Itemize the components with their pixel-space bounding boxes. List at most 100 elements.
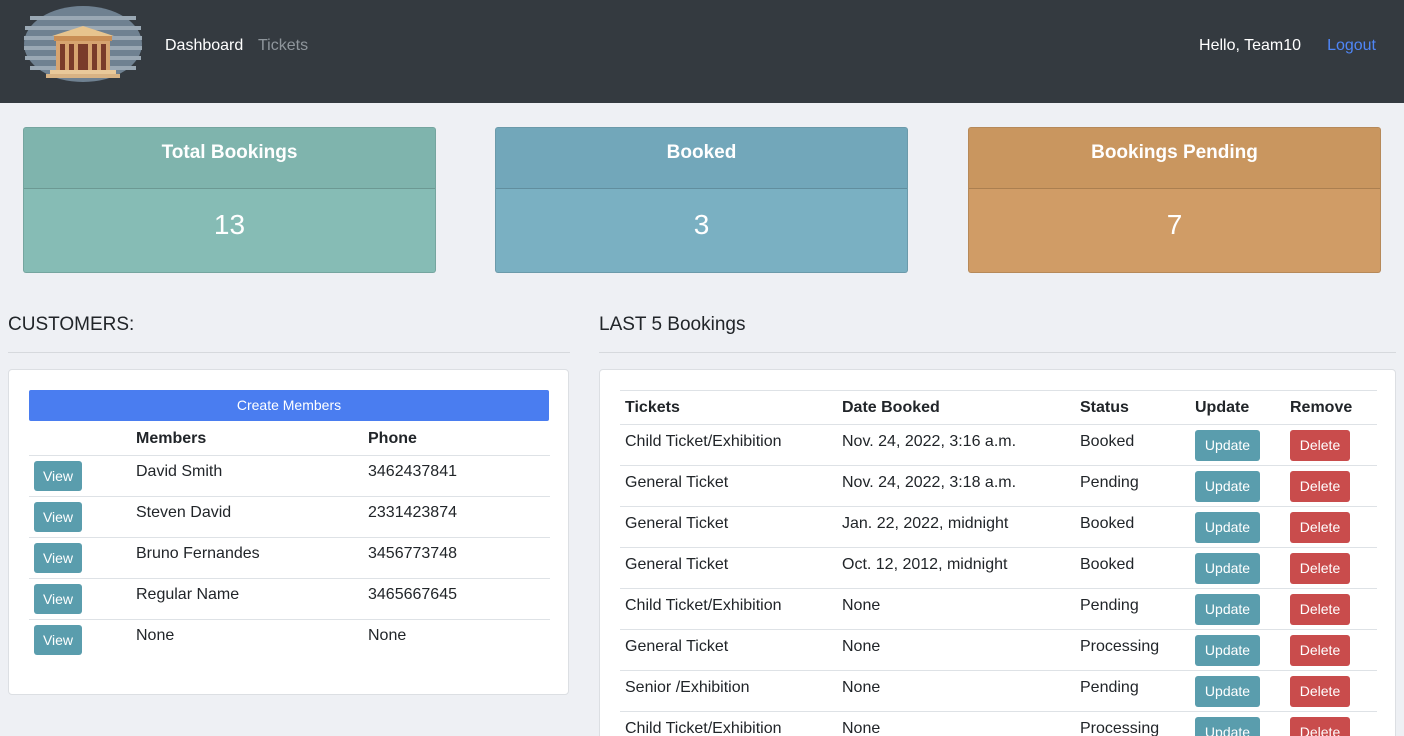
ticket-name: General Ticket (620, 465, 837, 507)
divider (8, 352, 570, 353)
navbar: Dashboard Tickets Hello, Team10 Logout (0, 0, 1404, 103)
ticket-name: Child Ticket/Exhibition (620, 588, 837, 630)
table-row: View Bruno Fernandes 3456773748 (29, 536, 550, 578)
customers-panel: Create Members Members Phone View David … (8, 369, 569, 695)
date-booked: Jan. 22, 2022, midnight (837, 506, 1075, 548)
member-name: Bruno Fernandes (136, 536, 368, 578)
nav-tickets[interactable]: Tickets (258, 36, 308, 56)
table-row: View David Smith 3462437841 (29, 454, 550, 496)
table-row: View None None (29, 618, 550, 660)
stat-card-booked: Booked 3 (495, 127, 908, 273)
update-button[interactable]: Update (1195, 471, 1260, 502)
table-row: View Steven David 2331423874 (29, 495, 550, 537)
header-tickets: Tickets (620, 390, 837, 425)
customers-table: Members Phone View David Smith 346243784… (29, 426, 550, 660)
ticket-name: General Ticket (620, 547, 837, 589)
booking-status: Pending (1075, 670, 1190, 712)
ticket-name: General Ticket (620, 629, 837, 671)
member-name: David Smith (136, 454, 368, 496)
header-status: Status (1075, 390, 1190, 425)
ticket-name: General Ticket (620, 506, 837, 548)
delete-button[interactable]: Delete (1290, 594, 1350, 625)
date-booked: None (837, 711, 1075, 736)
update-button[interactable]: Update (1195, 512, 1260, 543)
nav-dashboard[interactable]: Dashboard (165, 36, 243, 56)
member-name: None (136, 618, 368, 660)
view-button[interactable]: View (34, 460, 82, 491)
delete-button[interactable]: Delete (1290, 717, 1350, 736)
date-booked: None (837, 629, 1075, 671)
update-button[interactable]: Update (1195, 430, 1260, 461)
bookings-panel: Tickets Date Booked Status Update Remove… (599, 369, 1396, 736)
stat-label: Total Bookings (24, 128, 435, 189)
update-button[interactable]: Update (1195, 676, 1260, 707)
ticket-name: Child Ticket/Exhibition (620, 424, 837, 466)
delete-button[interactable]: Delete (1290, 512, 1350, 543)
table-row: General Ticket None Processing Update De… (620, 629, 1377, 671)
delete-button[interactable]: Delete (1290, 676, 1350, 707)
stat-label: Bookings Pending (969, 128, 1380, 189)
header-phone: Phone (368, 430, 417, 447)
member-name: Regular Name (136, 577, 368, 619)
member-phone: 3465667645 (368, 577, 550, 619)
table-row: General Ticket Oct. 12, 2012, midnight B… (620, 547, 1377, 589)
create-members-button[interactable]: Create Members (29, 390, 549, 421)
booking-status: Booked (1075, 547, 1190, 589)
view-button[interactable]: View (34, 624, 82, 655)
member-phone: None (368, 618, 550, 660)
table-header-row: Tickets Date Booked Status Update Remove (620, 390, 1377, 425)
date-booked: None (837, 588, 1075, 630)
stat-value: 7 (1166, 209, 1183, 240)
booking-status: Pending (1075, 588, 1190, 630)
view-button[interactable]: View (34, 542, 82, 573)
update-button[interactable]: Update (1195, 594, 1260, 625)
update-button[interactable]: Update (1195, 553, 1260, 584)
bookings-table: Tickets Date Booked Status Update Remove… (620, 390, 1377, 736)
booking-status: Booked (1075, 506, 1190, 548)
ticket-name: Senior /Exhibition (620, 670, 837, 712)
table-header-row: Members Phone (29, 426, 550, 455)
header-update: Update (1190, 390, 1285, 425)
member-phone: 2331423874 (368, 495, 550, 537)
date-booked: Nov. 24, 2022, 3:16 a.m. (837, 424, 1075, 466)
table-row: View Regular Name 3465667645 (29, 577, 550, 619)
delete-button[interactable]: Delete (1290, 430, 1350, 461)
booking-status: Pending (1075, 465, 1190, 507)
museum-logo-icon[interactable] (22, 4, 144, 84)
stat-label: Booked (496, 128, 907, 189)
view-button[interactable]: View (34, 501, 82, 532)
member-name: Steven David (136, 495, 368, 537)
stat-value: 13 (213, 209, 246, 240)
table-row: General Ticket Nov. 24, 2022, 3:18 a.m. … (620, 465, 1377, 507)
stat-value: 3 (693, 209, 710, 240)
divider (599, 352, 1396, 353)
date-booked: None (837, 670, 1075, 712)
table-row: Child Ticket/Exhibition None Processing … (620, 711, 1377, 736)
booking-status: Booked (1075, 424, 1190, 466)
member-phone: 3456773748 (368, 536, 550, 578)
view-button[interactable]: View (34, 583, 82, 614)
table-row: Senior /Exhibition None Pending Update D… (620, 670, 1377, 712)
delete-button[interactable]: Delete (1290, 553, 1350, 584)
header-blank (29, 426, 136, 455)
update-button[interactable]: Update (1195, 635, 1260, 666)
booking-status: Processing (1075, 711, 1190, 736)
table-row: Child Ticket/Exhibition Nov. 24, 2022, 3… (620, 424, 1377, 466)
table-row: General Ticket Jan. 22, 2022, midnight B… (620, 506, 1377, 548)
ticket-name: Child Ticket/Exhibition (620, 711, 837, 736)
stat-card-total-bookings: Total Bookings 13 (23, 127, 436, 273)
date-booked: Nov. 24, 2022, 3:18 a.m. (837, 465, 1075, 507)
header-remove: Remove (1285, 390, 1377, 425)
header-date-booked: Date Booked (837, 390, 1075, 425)
date-booked: Oct. 12, 2012, midnight (837, 547, 1075, 589)
user-greeting: Hello, Team10 (1199, 37, 1301, 54)
stat-card-bookings-pending: Bookings Pending 7 (968, 127, 1381, 273)
delete-button[interactable]: Delete (1290, 635, 1350, 666)
member-phone: 3462437841 (368, 454, 550, 496)
logout-link[interactable]: Logout (1327, 36, 1376, 56)
update-button[interactable]: Update (1195, 717, 1260, 736)
booking-status: Processing (1075, 629, 1190, 671)
delete-button[interactable]: Delete (1290, 471, 1350, 502)
table-row: Child Ticket/Exhibition None Pending Upd… (620, 588, 1377, 630)
bookings-heading: LAST 5 Bookings (599, 314, 746, 335)
